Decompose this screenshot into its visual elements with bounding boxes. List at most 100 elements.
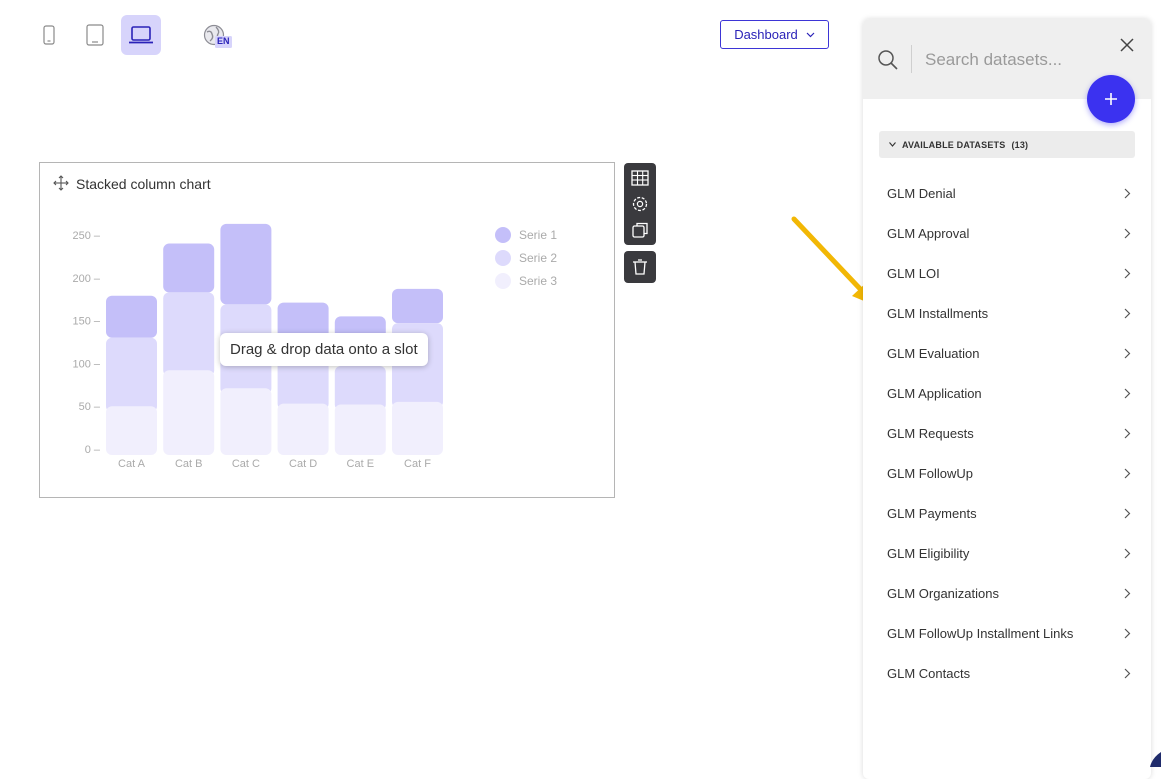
y-tick-label: 0 –: [85, 444, 101, 456]
chevron-right-icon: [1124, 308, 1131, 318]
add-dataset-button[interactable]: [1087, 75, 1135, 123]
x-tick-label: Cat F: [404, 458, 431, 470]
tablet-icon: [86, 24, 104, 46]
dataset-item[interactable]: GLM FollowUp: [863, 453, 1151, 493]
dataset-item-label: GLM Eligibility: [887, 545, 970, 561]
dataset-item-label: GLM Installments: [887, 305, 989, 321]
bar-segment: [106, 406, 157, 455]
dataset-panel: AVAILABLE DATASETS (13) GLM Denial GLM Ap…: [863, 19, 1151, 779]
x-tick-label: Cat B: [175, 458, 203, 470]
search-input[interactable]: [923, 46, 1097, 74]
bar-segment: [220, 223, 272, 305]
chevron-right-icon: [1124, 628, 1131, 638]
chevron-right-icon: [1124, 548, 1131, 558]
dataset-item-label: GLM LOI: [887, 265, 940, 281]
dataset-item[interactable]: GLM Payments: [863, 493, 1151, 533]
dashboard-dropdown[interactable]: Dashboard: [720, 20, 829, 49]
bar-segment: [334, 365, 386, 411]
dataset-item[interactable]: GLM FollowUp Installment Links: [863, 613, 1151, 653]
chevron-right-icon: [1124, 668, 1131, 678]
bar-segment: [220, 388, 272, 455]
device-mobile-button[interactable]: [29, 15, 69, 55]
chart-card[interactable]: Stacked column chart 250 –200 –150 –100 …: [39, 162, 615, 498]
trash-icon: [633, 259, 647, 275]
stacked-column-chart: 250 – 200 – 150 – 100 – 50 – 0 – Cat A Cat B Cat…: [72, 223, 557, 470]
chevron-right-icon: [1124, 228, 1131, 238]
dataset-list: GLM Denial GLM Approval GLM LOI GLM Install…: [863, 173, 1151, 693]
legend-label: Serie 2: [519, 251, 557, 265]
mobile-icon: [43, 25, 55, 45]
legend-label: Serie 1: [519, 228, 557, 242]
y-tick-label: 250 –: [72, 230, 100, 242]
bar-segment: [163, 243, 215, 293]
duplicate-icon[interactable]: [630, 220, 650, 240]
bar-segment: [106, 295, 157, 338]
y-tick-label: 150 –: [72, 316, 100, 328]
corner-decoration: [1150, 752, 1161, 767]
chart-toolbar: [624, 163, 656, 245]
device-laptop-button[interactable]: [121, 15, 161, 55]
x-tick-label: Cat D: [289, 458, 317, 470]
dashboard-dropdown-label: Dashboard: [734, 27, 798, 42]
y-tick-label: 200 –: [72, 273, 100, 285]
group-count: (13): [1011, 139, 1029, 150]
dataset-item[interactable]: GLM Eligibility: [863, 533, 1151, 573]
language-selector[interactable]: EN: [203, 24, 233, 50]
group-label: AVAILABLE DATASETS: [902, 139, 1006, 150]
delete-button[interactable]: [624, 251, 656, 283]
gear-icon[interactable]: [630, 194, 650, 214]
search-separator: [911, 45, 912, 73]
chevron-right-icon: [1124, 428, 1131, 438]
dataset-item-label: GLM FollowUp: [887, 465, 973, 481]
chevron-right-icon: [1124, 468, 1131, 478]
close-icon[interactable]: [1119, 37, 1135, 53]
dataset-item-label: GLM Application: [887, 385, 982, 401]
legend-swatch: [495, 250, 511, 266]
dataset-item[interactable]: GLM Organizations: [863, 573, 1151, 613]
dataset-item-label: GLM Organizations: [887, 585, 999, 601]
dataset-item[interactable]: GLM Requests: [863, 413, 1151, 453]
dataset-item-label: GLM Requests: [887, 425, 974, 441]
dataset-item[interactable]: GLM Application: [863, 373, 1151, 413]
bar-segment: [392, 401, 443, 455]
x-tick-label: Cat E: [347, 458, 375, 470]
search-icon: [878, 50, 898, 70]
chevron-right-icon: [1124, 188, 1131, 198]
chevron-right-icon: [1124, 588, 1131, 598]
bar-segment: [392, 288, 443, 324]
drag-drop-hint: Drag & drop data onto a slot: [220, 333, 428, 366]
dataset-item-label: GLM FollowUp Installment Links: [887, 625, 1074, 641]
x-tick-label: Cat C: [232, 458, 260, 470]
bar-segment: [163, 292, 215, 377]
legend-label: Serie 3: [519, 274, 557, 288]
bar-segment: [334, 404, 386, 455]
bar-segment: [106, 337, 157, 413]
dataset-item-label: GLM Approval: [887, 225, 970, 241]
chevron-right-icon: [1124, 268, 1131, 278]
dataset-item[interactable]: GLM Approval: [863, 213, 1151, 253]
dataset-item[interactable]: GLM Installments: [863, 293, 1151, 333]
bar-segment: [277, 403, 329, 455]
available-datasets-header[interactable]: AVAILABLE DATASETS (13): [879, 131, 1135, 158]
laptop-icon: [129, 26, 153, 44]
dataset-item[interactable]: GLM Evaluation: [863, 333, 1151, 373]
y-tick-label: 50 –: [79, 401, 101, 413]
plus-icon: [1105, 93, 1117, 105]
legend-swatch: [495, 273, 511, 289]
dataset-item[interactable]: GLM Denial: [863, 173, 1151, 213]
dataset-item-label: GLM Payments: [887, 505, 977, 521]
dataset-item-label: GLM Denial: [887, 185, 956, 201]
chevron-down-icon: [806, 32, 815, 37]
language-badge: EN: [217, 36, 230, 46]
chevron-right-icon: [1124, 388, 1131, 398]
legend-swatch: [495, 227, 511, 243]
dataset-item[interactable]: GLM Contacts: [863, 653, 1151, 693]
table-icon[interactable]: [630, 168, 650, 188]
dataset-item-label: GLM Evaluation: [887, 345, 980, 361]
x-tick-label: Cat A: [118, 458, 146, 470]
dataset-item[interactable]: GLM LOI: [863, 253, 1151, 293]
chevron-down-icon: [889, 142, 896, 147]
dataset-item-label: GLM Contacts: [887, 665, 971, 681]
device-tablet-button[interactable]: [75, 15, 115, 55]
chevron-right-icon: [1124, 348, 1131, 358]
